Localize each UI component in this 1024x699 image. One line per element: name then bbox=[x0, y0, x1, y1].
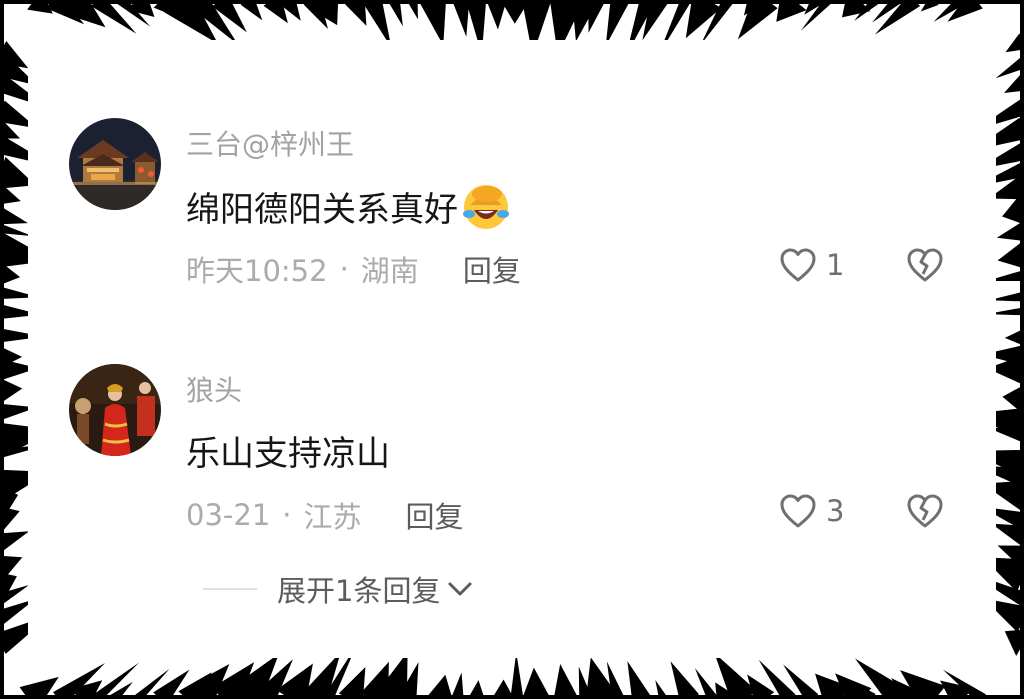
speed-line bbox=[627, 661, 651, 699]
broken-heart-icon bbox=[907, 494, 943, 528]
face-palm-laughing-emoji bbox=[463, 185, 509, 229]
comment-meta: 03-21 · 江苏 回复 bbox=[186, 494, 464, 536]
speed-line bbox=[996, 221, 1024, 241]
reply-button[interactable]: 回复 bbox=[406, 494, 464, 536]
comment-text-body: 绵阳德阳关系真好 bbox=[186, 189, 458, 230]
comment-text-body: 乐山支持凉山 bbox=[186, 434, 390, 474]
dislike-button[interactable] bbox=[905, 492, 945, 534]
speed-line bbox=[737, 0, 778, 40]
speed-line bbox=[588, 0, 605, 33]
speed-line bbox=[0, 531, 30, 551]
meta-separator: · bbox=[339, 252, 349, 286]
speed-line bbox=[419, 0, 447, 46]
comment-location: 江苏 bbox=[303, 500, 362, 534]
like-count: 3 bbox=[826, 494, 845, 528]
speed-line bbox=[553, 664, 578, 699]
username[interactable]: 三台@梓州王 bbox=[186, 123, 354, 163]
comment-text: 乐山支持凉山 bbox=[186, 426, 390, 475]
avatar-wedding-photo-image bbox=[69, 364, 161, 456]
like-count: 1 bbox=[826, 248, 845, 282]
dislike-button[interactable] bbox=[905, 246, 945, 288]
comment-text: 绵阳德阳关系真好 bbox=[186, 180, 512, 232]
heart-outline-icon bbox=[780, 494, 816, 528]
expand-replies-button[interactable]: 展开1条回复 bbox=[203, 568, 474, 610]
comment-time: 03-21 bbox=[186, 498, 271, 532]
reply-button[interactable]: 回复 bbox=[463, 248, 521, 290]
avatar-night-tower-image bbox=[69, 118, 161, 210]
speed-line bbox=[510, 652, 524, 699]
meta-separator: · bbox=[282, 498, 292, 532]
speed-line bbox=[991, 523, 1024, 546]
broken-heart-icon bbox=[907, 248, 943, 282]
comment-list: 三台@梓州王 绵阳德阳关系真好 昨天10:52 · 湖南 回复 1 狼头 乐山支… bbox=[28, 40, 996, 658]
avatar[interactable] bbox=[69, 364, 161, 456]
comment-item: 三台@梓州王 绵阳德阳关系真好 昨天10:52 · 湖南 回复 1 bbox=[28, 40, 996, 290]
comment-meta: 昨天10:52 · 湖南 回复 bbox=[186, 248, 521, 290]
like-button[interactable]: 1 bbox=[778, 246, 844, 284]
like-button[interactable]: 3 bbox=[778, 492, 844, 530]
speed-line bbox=[452, 0, 470, 37]
speed-line bbox=[522, 667, 551, 699]
username[interactable]: 狼头 bbox=[186, 369, 242, 409]
avatar[interactable] bbox=[69, 118, 161, 210]
expand-replies-label: 展开1条回复 bbox=[277, 574, 441, 608]
comment-location: 湖南 bbox=[360, 254, 419, 288]
speed-line bbox=[0, 207, 28, 225]
speed-line bbox=[995, 57, 1024, 79]
comment-time: 昨天10:52 bbox=[186, 254, 328, 288]
heart-outline-icon bbox=[780, 248, 816, 282]
speed-line bbox=[670, 661, 699, 699]
comment-item: 狼头 乐山支持凉山 03-21 · 江苏 回复 3 bbox=[28, 290, 996, 550]
chevron-down-icon bbox=[448, 582, 472, 596]
expand-divider-line bbox=[203, 588, 257, 590]
